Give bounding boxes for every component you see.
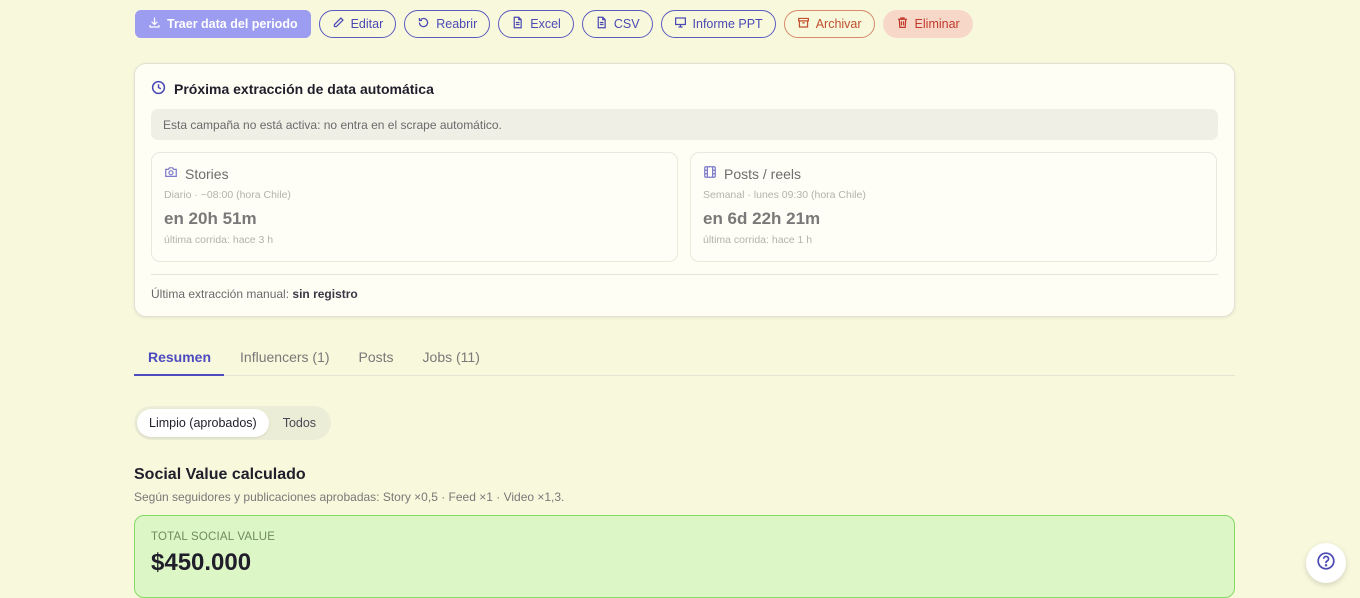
- file-icon: [511, 16, 524, 32]
- edit-button[interactable]: Editar: [318, 10, 397, 38]
- excel-label: Excel: [530, 17, 561, 31]
- manual-extraction-label: Última extracción manual:: [151, 287, 290, 301]
- total-social-value-card: TOTAL SOCIAL VALUE $450.000: [134, 515, 1235, 598]
- social-value-subtitle: Según seguidores y publicaciones aprobad…: [134, 490, 565, 504]
- tab-influencers[interactable]: Influencers (1): [226, 340, 342, 376]
- posts-last-run: última corrida: hace 1 h: [703, 234, 813, 246]
- edit-label: Editar: [350, 17, 384, 31]
- csv-export-button[interactable]: CSV: [581, 10, 653, 38]
- tab-jobs[interactable]: Jobs (11): [409, 340, 493, 376]
- delete-button[interactable]: Eliminar: [882, 10, 973, 38]
- stories-schedule: Diario · ~08:00 (hora Chile): [164, 189, 291, 201]
- archive-label: Archivar: [815, 17, 862, 31]
- help-button[interactable]: [1306, 543, 1346, 583]
- monitor-icon: [674, 16, 687, 32]
- excel-export-button[interactable]: Excel: [498, 10, 574, 38]
- archive-icon: [797, 16, 810, 32]
- filter-all-option[interactable]: Todos: [271, 409, 328, 437]
- tab-posts[interactable]: Posts: [345, 340, 407, 376]
- filter-clean-option[interactable]: Limpio (aprobados): [137, 409, 269, 437]
- posts-schedule-panel: Posts / reels Semanal · lunes 09:30 (hor…: [690, 152, 1217, 262]
- stories-schedule-panel: Stories Diario · ~08:00 (hora Chile) en …: [151, 152, 678, 262]
- csv-label: CSV: [613, 17, 640, 31]
- next-extraction-title: Próxima extracción de data automática: [151, 80, 434, 98]
- posts-title: Posts / reels: [724, 165, 802, 182]
- data-filter-toggle: Limpio (aprobados) Todos: [134, 406, 332, 440]
- stories-title: Stories: [185, 165, 229, 182]
- trash-icon: [896, 16, 909, 32]
- file-icon: [595, 16, 608, 32]
- posts-countdown: en 6d 22h 21m: [703, 209, 821, 228]
- manual-extraction-info: Última extracción manual: sin registro: [151, 287, 358, 301]
- download-icon: [148, 16, 161, 32]
- stories-last-run: última corrida: hace 3 h: [164, 234, 274, 246]
- camera-icon: [164, 165, 178, 182]
- delete-label: Eliminar: [914, 17, 960, 31]
- manual-extraction-value: sin registro: [292, 287, 358, 301]
- fetch-period-data-button[interactable]: Traer data del periodo: [135, 10, 311, 38]
- pencil-icon: [332, 16, 345, 32]
- help-icon: [1316, 551, 1336, 576]
- inactive-campaign-notice: Esta campaña no está activa: no entra en…: [151, 109, 1218, 140]
- reopen-button[interactable]: Reabrir: [404, 10, 491, 38]
- archive-button[interactable]: Archivar: [783, 10, 875, 38]
- tab-resumen[interactable]: Resumen: [134, 340, 225, 376]
- rotate-icon: [417, 16, 430, 32]
- card-divider: [151, 274, 1218, 275]
- campaign-tabs: Resumen Influencers (1) Posts Jobs (11): [134, 340, 1235, 376]
- next-extraction-card: Próxima extracción de data automática Es…: [134, 63, 1235, 317]
- action-toolbar: Traer data del periodo Editar Reabrir Ex…: [135, 10, 973, 38]
- ppt-report-button[interactable]: Informe PPT: [660, 10, 776, 38]
- film-icon: [703, 165, 717, 182]
- posts-schedule: Semanal · lunes 09:30 (hora Chile): [703, 189, 866, 201]
- clock-icon: [151, 80, 166, 98]
- total-social-value-amount: $450.000: [151, 549, 252, 576]
- social-value-title: Social Value calculado: [134, 466, 306, 483]
- next-extraction-title-text: Próxima extracción de data automática: [174, 81, 434, 97]
- stories-countdown: en 20h 51m: [164, 209, 257, 228]
- ppt-label: Informe PPT: [692, 17, 763, 31]
- reopen-label: Reabrir: [436, 17, 478, 31]
- total-social-value-label: TOTAL SOCIAL VALUE: [151, 531, 276, 543]
- fetch-period-data-label: Traer data del periodo: [167, 17, 298, 31]
